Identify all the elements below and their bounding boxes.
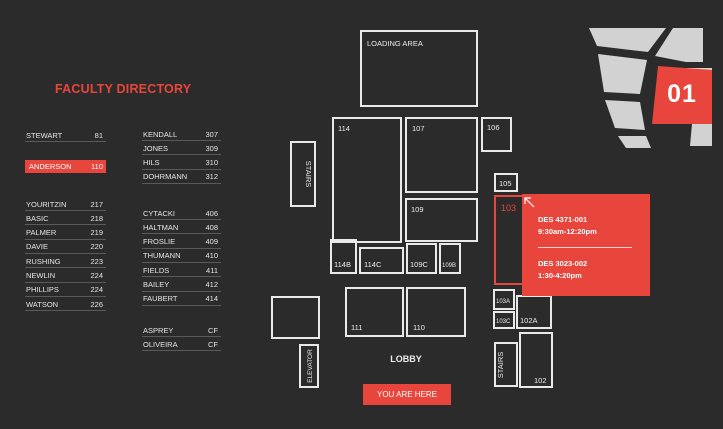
room-schedule-popup: DES 4371-001 9:30am-12:20pm DES 3023-002… xyxy=(522,194,650,296)
level-number: 01 xyxy=(667,80,697,108)
room-111[interactable]: 111 xyxy=(345,287,404,337)
room-107[interactable]: 107 xyxy=(405,117,478,193)
svg-text:110: 110 xyxy=(413,323,425,332)
elevator[interactable]: ELEVATOR xyxy=(299,344,319,388)
svg-text:LOADING AREA: LOADING AREA xyxy=(367,39,423,48)
class2-time: 1:30-4:20pm xyxy=(538,271,582,280)
svg-text:114C: 114C xyxy=(364,260,382,269)
svg-text:109B: 109B xyxy=(442,263,456,269)
room-105[interactable]: 105 xyxy=(494,173,518,192)
room-103a[interactable]: 103A xyxy=(493,289,515,310)
class1-time: 9:30am-12:20pm xyxy=(538,227,597,236)
stairs-left[interactable]: STAIRS xyxy=(290,141,316,207)
room-109[interactable]: 109 xyxy=(405,198,478,242)
svg-text:107: 107 xyxy=(412,124,425,133)
room-unlabeled-left[interactable] xyxy=(271,296,320,339)
room-103c[interactable]: 103C xyxy=(493,311,515,329)
svg-text:106: 106 xyxy=(487,123,500,132)
svg-text:102A: 102A xyxy=(520,316,538,325)
svg-text:102: 102 xyxy=(534,376,547,385)
class2-code: DES 3023-002 xyxy=(538,259,588,268)
room-102[interactable]: 102 xyxy=(519,332,553,388)
svg-text:103A: 103A xyxy=(496,299,510,305)
svg-text:STAIRS: STAIRS xyxy=(304,161,313,188)
svg-text:105: 105 xyxy=(499,179,512,188)
svg-text:114: 114 xyxy=(338,124,350,133)
svg-text:109C: 109C xyxy=(410,260,429,269)
room-114[interactable]: 114 xyxy=(332,117,402,243)
room-106[interactable]: 106 xyxy=(481,117,512,152)
svg-text:103C: 103C xyxy=(496,319,511,325)
svg-text:114B: 114B xyxy=(334,260,351,269)
svg-text:111: 111 xyxy=(351,323,362,332)
svg-text:ELEVATOR: ELEVATOR xyxy=(307,349,314,383)
class1-code: DES 4371-001 xyxy=(538,215,588,224)
room-114b[interactable]: 114B xyxy=(330,239,357,274)
stairs-right[interactable]: STAIRS xyxy=(494,342,518,387)
room-114c[interactable]: 114C xyxy=(359,247,404,274)
room-loading-area[interactable]: LOADING AREA xyxy=(360,30,478,107)
you-are-here-marker: YOU ARE HERE xyxy=(363,384,451,405)
room-109c[interactable]: 109C xyxy=(406,243,437,274)
lobby-label: LOBBY xyxy=(390,354,422,364)
svg-text:109: 109 xyxy=(411,205,424,214)
room-109b[interactable]: 109B xyxy=(439,243,461,274)
svg-text:103: 103 xyxy=(501,203,516,213)
expand-arrow-icon[interactable] xyxy=(523,196,537,210)
svg-text:STAIRS: STAIRS xyxy=(496,352,505,379)
popup-divider xyxy=(538,247,632,248)
room-102a[interactable]: 102A xyxy=(516,295,552,329)
room-110[interactable]: 110 xyxy=(406,287,466,337)
